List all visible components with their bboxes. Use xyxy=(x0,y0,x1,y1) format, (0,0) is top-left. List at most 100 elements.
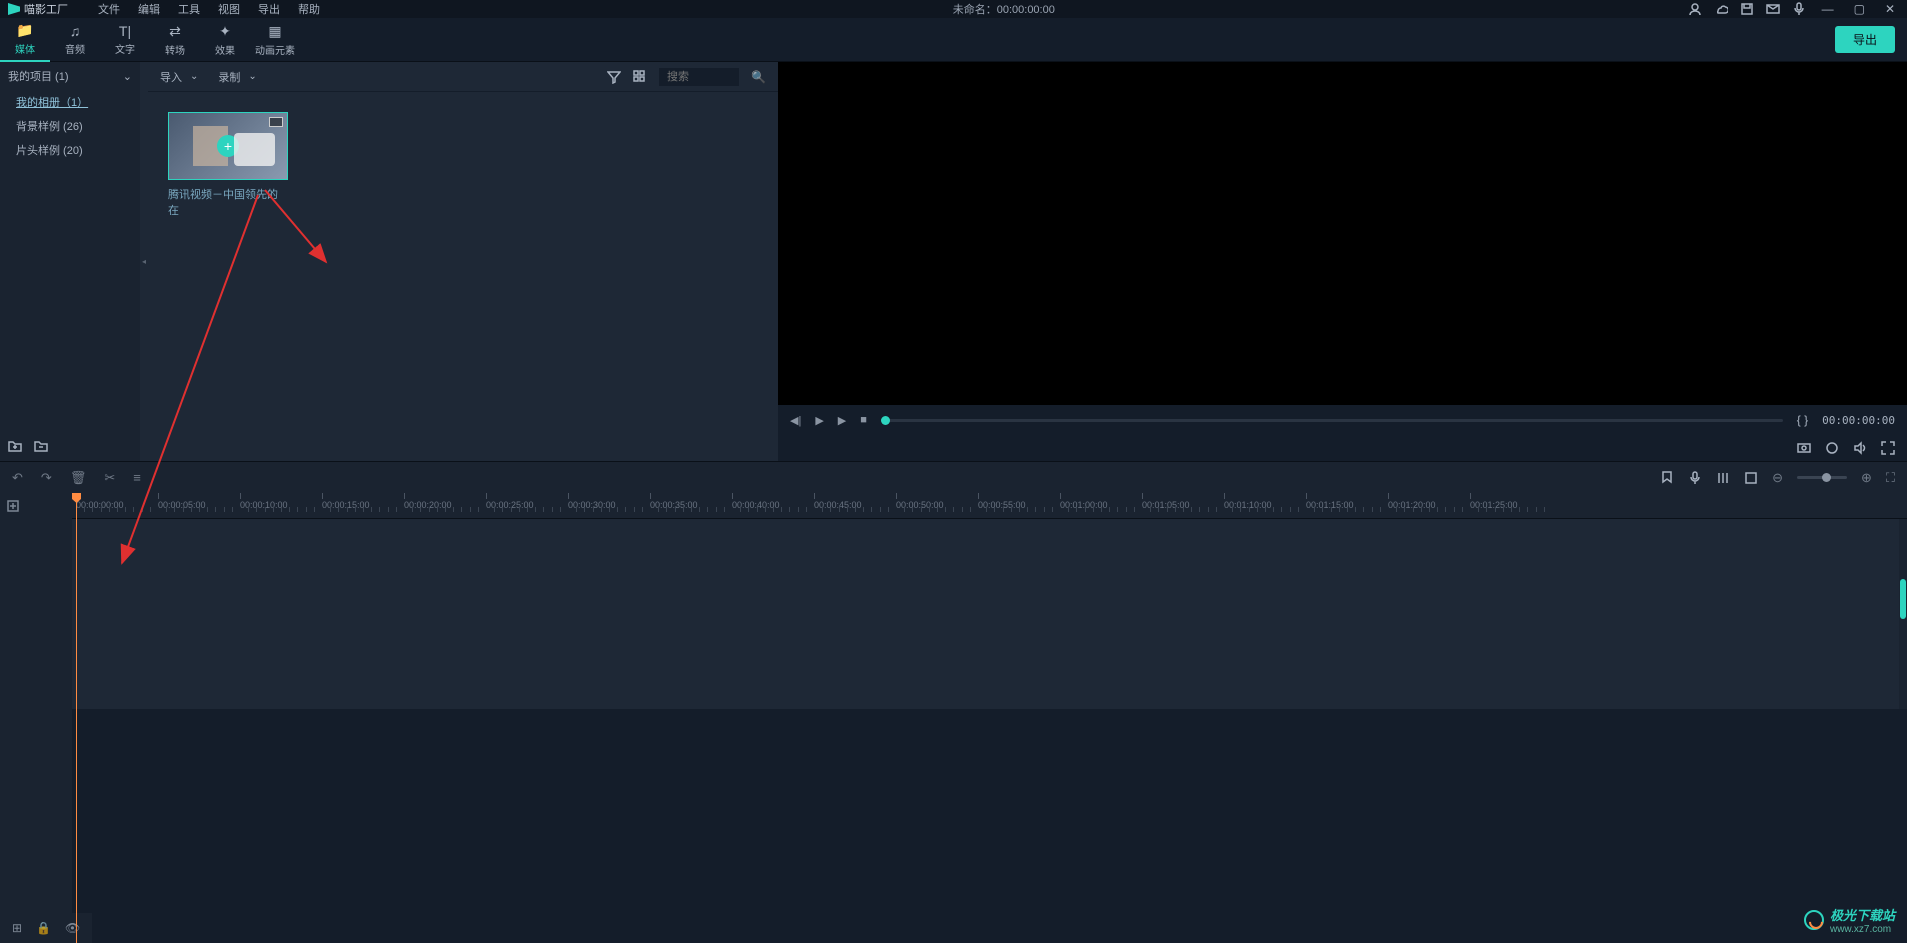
minimize-button[interactable]: — xyxy=(1818,2,1838,16)
delete-folder-icon[interactable] xyxy=(34,439,48,453)
tab-transition-label: 转场 xyxy=(165,42,185,57)
progress-handle[interactable] xyxy=(881,416,890,425)
next-frame-icon[interactable]: ▶ xyxy=(838,414,846,427)
timeline-scrollbar[interactable] xyxy=(1899,519,1907,709)
tab-effects[interactable]: ✦ 效果 xyxy=(200,18,250,62)
media-label: 腾讯视频－中国领先的在 xyxy=(168,186,288,218)
tab-media[interactable]: 📁 媒体 xyxy=(0,18,50,62)
sidebar-item-background[interactable]: 背景样例 (26) xyxy=(0,114,140,138)
menu-edit[interactable]: 编辑 xyxy=(138,1,160,17)
stop-icon[interactable]: ■ xyxy=(860,414,867,426)
preview-video[interactable] xyxy=(778,62,1907,405)
search-input[interactable] xyxy=(659,68,739,86)
export-button[interactable]: 导出 xyxy=(1835,26,1895,53)
record-label: 录制 xyxy=(218,69,240,85)
sidebar-collapse[interactable]: ◂ xyxy=(140,62,148,461)
voiceover-icon[interactable] xyxy=(1688,471,1702,485)
lock-icon[interactable]: 🔒 xyxy=(36,921,51,935)
timeline-toolbar: ↶ ↷ 🗑 ✂ ≡ ⊖ ⊕ ⛶ xyxy=(0,461,1907,493)
search-icon[interactable]: 🔍 xyxy=(751,70,766,84)
video-type-icon xyxy=(269,117,283,127)
filter-icon[interactable] xyxy=(607,70,621,84)
project-title: 未命名：00:00:00:00 xyxy=(320,1,1688,17)
music-icon: ♫ xyxy=(70,23,81,39)
sidebar-header[interactable]: 我的项目 (1) ⌄ xyxy=(0,62,140,90)
watermark: 极光下载站 www.xz7.com xyxy=(1804,905,1895,935)
mail-icon[interactable] xyxy=(1766,2,1780,16)
tab-transition[interactable]: ⇄ 转场 xyxy=(150,18,200,62)
tab-audio[interactable]: ♫ 音频 xyxy=(50,18,100,62)
main-content: 我的项目 (1) ⌄ 我的相册（1） 背景样例 (26) 片头样例 (20) ◂… xyxy=(0,62,1907,461)
prev-frame-icon[interactable]: ◀| xyxy=(790,414,801,427)
marker-icon[interactable] xyxy=(1660,471,1674,485)
menu-export[interactable]: 导出 xyxy=(258,1,280,17)
playhead[interactable] xyxy=(76,493,77,943)
media-panel: 导入 录制 🔍 + 腾讯视频－中国领先的在 xyxy=(148,62,778,461)
menu-view[interactable]: 视图 xyxy=(218,1,240,17)
scrollbar-thumb[interactable] xyxy=(1900,579,1906,619)
zoom-in-icon[interactable]: ⊕ xyxy=(1861,470,1872,486)
menu-file[interactable]: 文件 xyxy=(98,1,120,17)
menu-help[interactable]: 帮助 xyxy=(298,1,320,17)
timeline-add-icon[interactable] xyxy=(6,499,20,513)
delete-icon[interactable]: 🗑 xyxy=(70,470,87,486)
transition-icon: ⇄ xyxy=(169,23,181,40)
progress-bar[interactable] xyxy=(881,419,1783,422)
tab-effects-label: 效果 xyxy=(215,42,235,57)
sidebar-item-album[interactable]: 我的相册（1） xyxy=(0,90,140,114)
watermark-logo-icon xyxy=(1804,910,1824,930)
tab-media-label: 媒体 xyxy=(15,41,35,56)
cut-icon[interactable]: ✂ xyxy=(104,470,115,486)
undo-icon[interactable]: ↶ xyxy=(12,470,23,486)
sidebar-item-intro[interactable]: 片头样例 (20) xyxy=(0,138,140,162)
main-toolbar: 📁 媒体 ♫ 音频 T| 文字 ⇄ 转场 ✦ 效果 ▦ 动画元素 导出 xyxy=(0,18,1907,62)
quality-icon[interactable] xyxy=(1825,441,1839,455)
tab-animation[interactable]: ▦ 动画元素 xyxy=(250,18,300,62)
timeline-tracks[interactable] xyxy=(72,519,1907,709)
adjust-icon[interactable]: ≡ xyxy=(133,470,141,485)
timeline-main[interactable]: 00:00:00:0000:00:05:0000:00:10:0000:00:1… xyxy=(72,493,1907,943)
timeline-ruler[interactable]: 00:00:00:0000:00:05:0000:00:10:0000:00:1… xyxy=(72,493,1907,519)
volume-icon[interactable] xyxy=(1853,441,1867,455)
play-icon[interactable]: ▶ xyxy=(815,414,823,427)
zoom-slider[interactable] xyxy=(1797,476,1847,479)
media-thumbnail[interactable]: + xyxy=(168,112,288,180)
add-to-timeline-icon[interactable]: + xyxy=(217,135,239,157)
titlebar-right: — ▢ ✕ xyxy=(1688,2,1899,16)
menu-tools[interactable]: 工具 xyxy=(178,1,200,17)
mic-icon[interactable] xyxy=(1792,2,1806,16)
audio-mixer-icon[interactable] xyxy=(1716,471,1730,485)
render-icon[interactable] xyxy=(1744,471,1758,485)
menu-bar: 文件 编辑 工具 视图 导出 帮助 xyxy=(98,1,320,17)
timeline-toolbar-right: ⊖ ⊕ ⛶ xyxy=(1660,470,1895,486)
sidebar-bottom xyxy=(0,431,140,461)
app-logo: 喵影工厂 xyxy=(8,1,68,17)
media-item[interactable]: + 腾讯视频－中国领先的在 xyxy=(168,112,288,218)
record-dropdown[interactable]: 录制 xyxy=(218,69,256,85)
save-icon[interactable] xyxy=(1740,2,1754,16)
fullscreen-icon[interactable] xyxy=(1881,441,1895,455)
logo-icon xyxy=(8,3,20,15)
close-button[interactable]: ✕ xyxy=(1881,2,1899,16)
zoom-out-icon[interactable]: ⊖ xyxy=(1772,470,1783,486)
import-label: 导入 xyxy=(160,69,182,85)
maximize-button[interactable]: ▢ xyxy=(1850,2,1869,16)
snapshot-icon[interactable] xyxy=(1797,441,1811,455)
cloud-icon[interactable] xyxy=(1714,2,1728,16)
add-folder-icon[interactable] xyxy=(8,439,22,453)
preview-panel: ◀| ▶ ▶ ■ { } 00:00:00:00 xyxy=(778,62,1907,461)
tab-audio-label: 音频 xyxy=(65,41,85,56)
media-grid: + 腾讯视频－中国领先的在 xyxy=(148,92,778,461)
effects-icon: ✦ xyxy=(219,23,231,40)
media-header-right: 🔍 xyxy=(607,68,766,86)
track-add-icon[interactable]: ⊞ xyxy=(12,921,22,935)
import-dropdown[interactable]: 导入 xyxy=(160,69,198,85)
grid-icon[interactable] xyxy=(633,70,647,84)
user-icon[interactable] xyxy=(1688,2,1702,16)
zoom-fit-icon[interactable]: ⛶ xyxy=(1886,470,1895,486)
watermark-url: www.xz7.com xyxy=(1830,924,1895,935)
redo-icon[interactable]: ↷ xyxy=(41,470,52,486)
media-header: 导入 录制 🔍 xyxy=(148,62,778,92)
tab-text[interactable]: T| 文字 xyxy=(100,18,150,62)
chevron-down-icon: ⌄ xyxy=(123,70,132,83)
